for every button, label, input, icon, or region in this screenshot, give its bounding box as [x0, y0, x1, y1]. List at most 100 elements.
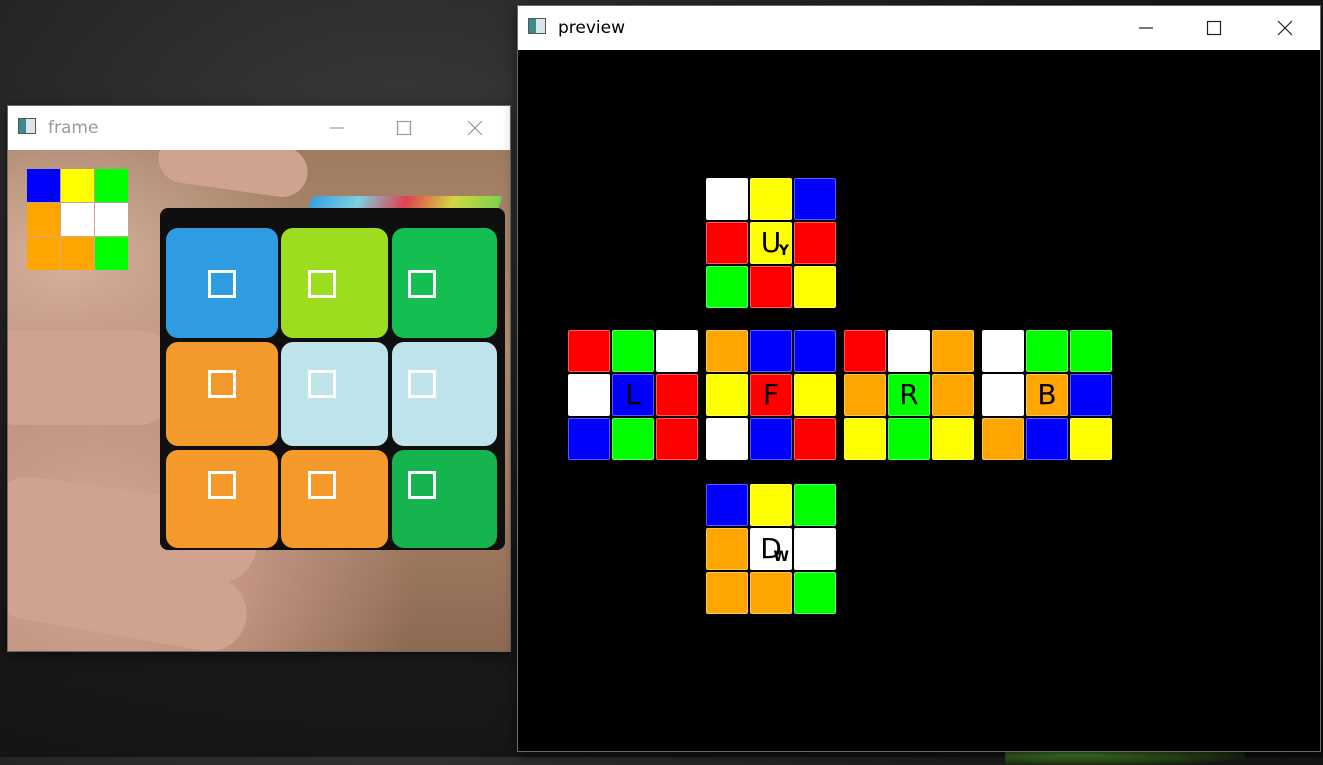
facelet [750, 484, 792, 526]
frame-window[interactable]: frame [8, 106, 510, 651]
facelet [612, 418, 654, 460]
facelet [794, 418, 836, 460]
sampling-box [308, 370, 336, 398]
camera-feed [8, 150, 510, 651]
preview-title: preview [558, 18, 626, 38]
face-label: R [899, 378, 919, 411]
detected-sticker [61, 203, 94, 236]
detected-sticker [27, 169, 60, 202]
detected-sticker [95, 169, 128, 202]
facelet: B [1026, 374, 1068, 416]
facelet [794, 266, 836, 308]
maximize-button[interactable] [1191, 12, 1237, 44]
close-icon [1277, 20, 1293, 36]
palm [8, 330, 178, 425]
facelet [1026, 330, 1068, 372]
facelet [1070, 374, 1112, 416]
facelet [706, 484, 748, 526]
facelet [794, 222, 836, 264]
detected-sticker [27, 237, 60, 270]
facelet [706, 528, 748, 570]
facelet [568, 374, 610, 416]
facelet [706, 222, 748, 264]
detected-sticker [95, 237, 128, 270]
facelet [932, 418, 974, 460]
facelet [750, 266, 792, 308]
face-label: B [1037, 378, 1057, 411]
facelet: UY [750, 222, 792, 264]
facelet [568, 330, 610, 372]
facelet [932, 374, 974, 416]
facelet [932, 330, 974, 372]
facelet: L [612, 374, 654, 416]
facelet [888, 418, 930, 460]
cube-net-preview: UY L F R B DW [518, 50, 1320, 751]
frame-titlebar[interactable]: frame [8, 106, 510, 150]
preview-titlebar[interactable]: preview [518, 6, 1320, 50]
frame-title: frame [48, 118, 99, 138]
facelet [1026, 418, 1068, 460]
facelet [844, 418, 886, 460]
sampling-box [308, 270, 336, 298]
facelet [612, 330, 654, 372]
face-up: UY [706, 178, 836, 308]
face-center-color-tag: W [773, 549, 789, 565]
sampling-box [408, 270, 436, 298]
facelet [982, 418, 1024, 460]
maximize-button[interactable] [381, 112, 427, 144]
sampling-box [408, 370, 436, 398]
sampling-box [308, 471, 336, 499]
facelet [1070, 418, 1112, 460]
facelet [706, 330, 748, 372]
facelet [1070, 330, 1112, 372]
cube-sticker [166, 450, 278, 548]
preview-window[interactable]: preview UY L F R B DW [518, 6, 1320, 751]
minimize-button[interactable] [1123, 12, 1169, 44]
facelet [656, 330, 698, 372]
face-down: DW [706, 484, 836, 614]
facelet [706, 266, 748, 308]
app-window-icon [528, 18, 546, 34]
minimize-button[interactable] [314, 112, 360, 144]
facelet [656, 418, 698, 460]
sampling-box [208, 270, 236, 298]
facelet [794, 374, 836, 416]
facelet: DW [750, 528, 792, 570]
close-button[interactable] [1262, 12, 1308, 44]
cube-sticker [281, 450, 388, 548]
detected-sticker [95, 203, 128, 236]
app-window-icon [18, 118, 36, 134]
detected-sticker [61, 169, 94, 202]
facelet [706, 178, 748, 220]
facelet [750, 330, 792, 372]
detected-colors-grid [27, 169, 128, 270]
close-button[interactable] [452, 112, 498, 144]
facelet: R [888, 374, 930, 416]
face-center-color-tag: Y [778, 243, 789, 259]
facelet: F [750, 374, 792, 416]
facelet [656, 374, 698, 416]
facelet [794, 572, 836, 614]
facelet [794, 178, 836, 220]
facelet [982, 330, 1024, 372]
close-icon [467, 120, 483, 136]
facelet [750, 418, 792, 460]
facelet [844, 330, 886, 372]
sampling-box [208, 370, 236, 398]
facelet [794, 528, 836, 570]
maximize-icon [396, 120, 412, 136]
face-back: B [982, 330, 1112, 460]
maximize-icon [1206, 20, 1222, 36]
facelet [844, 374, 886, 416]
face-right: R [844, 330, 974, 460]
facelet [794, 484, 836, 526]
face-front: F [706, 330, 836, 460]
facelet [750, 572, 792, 614]
cube-sticker [392, 450, 497, 548]
sampling-box [208, 471, 236, 499]
facelet [706, 374, 748, 416]
detected-sticker [61, 237, 94, 270]
face-left: L [568, 330, 698, 460]
facelet [982, 374, 1024, 416]
face-label: F [762, 378, 780, 411]
